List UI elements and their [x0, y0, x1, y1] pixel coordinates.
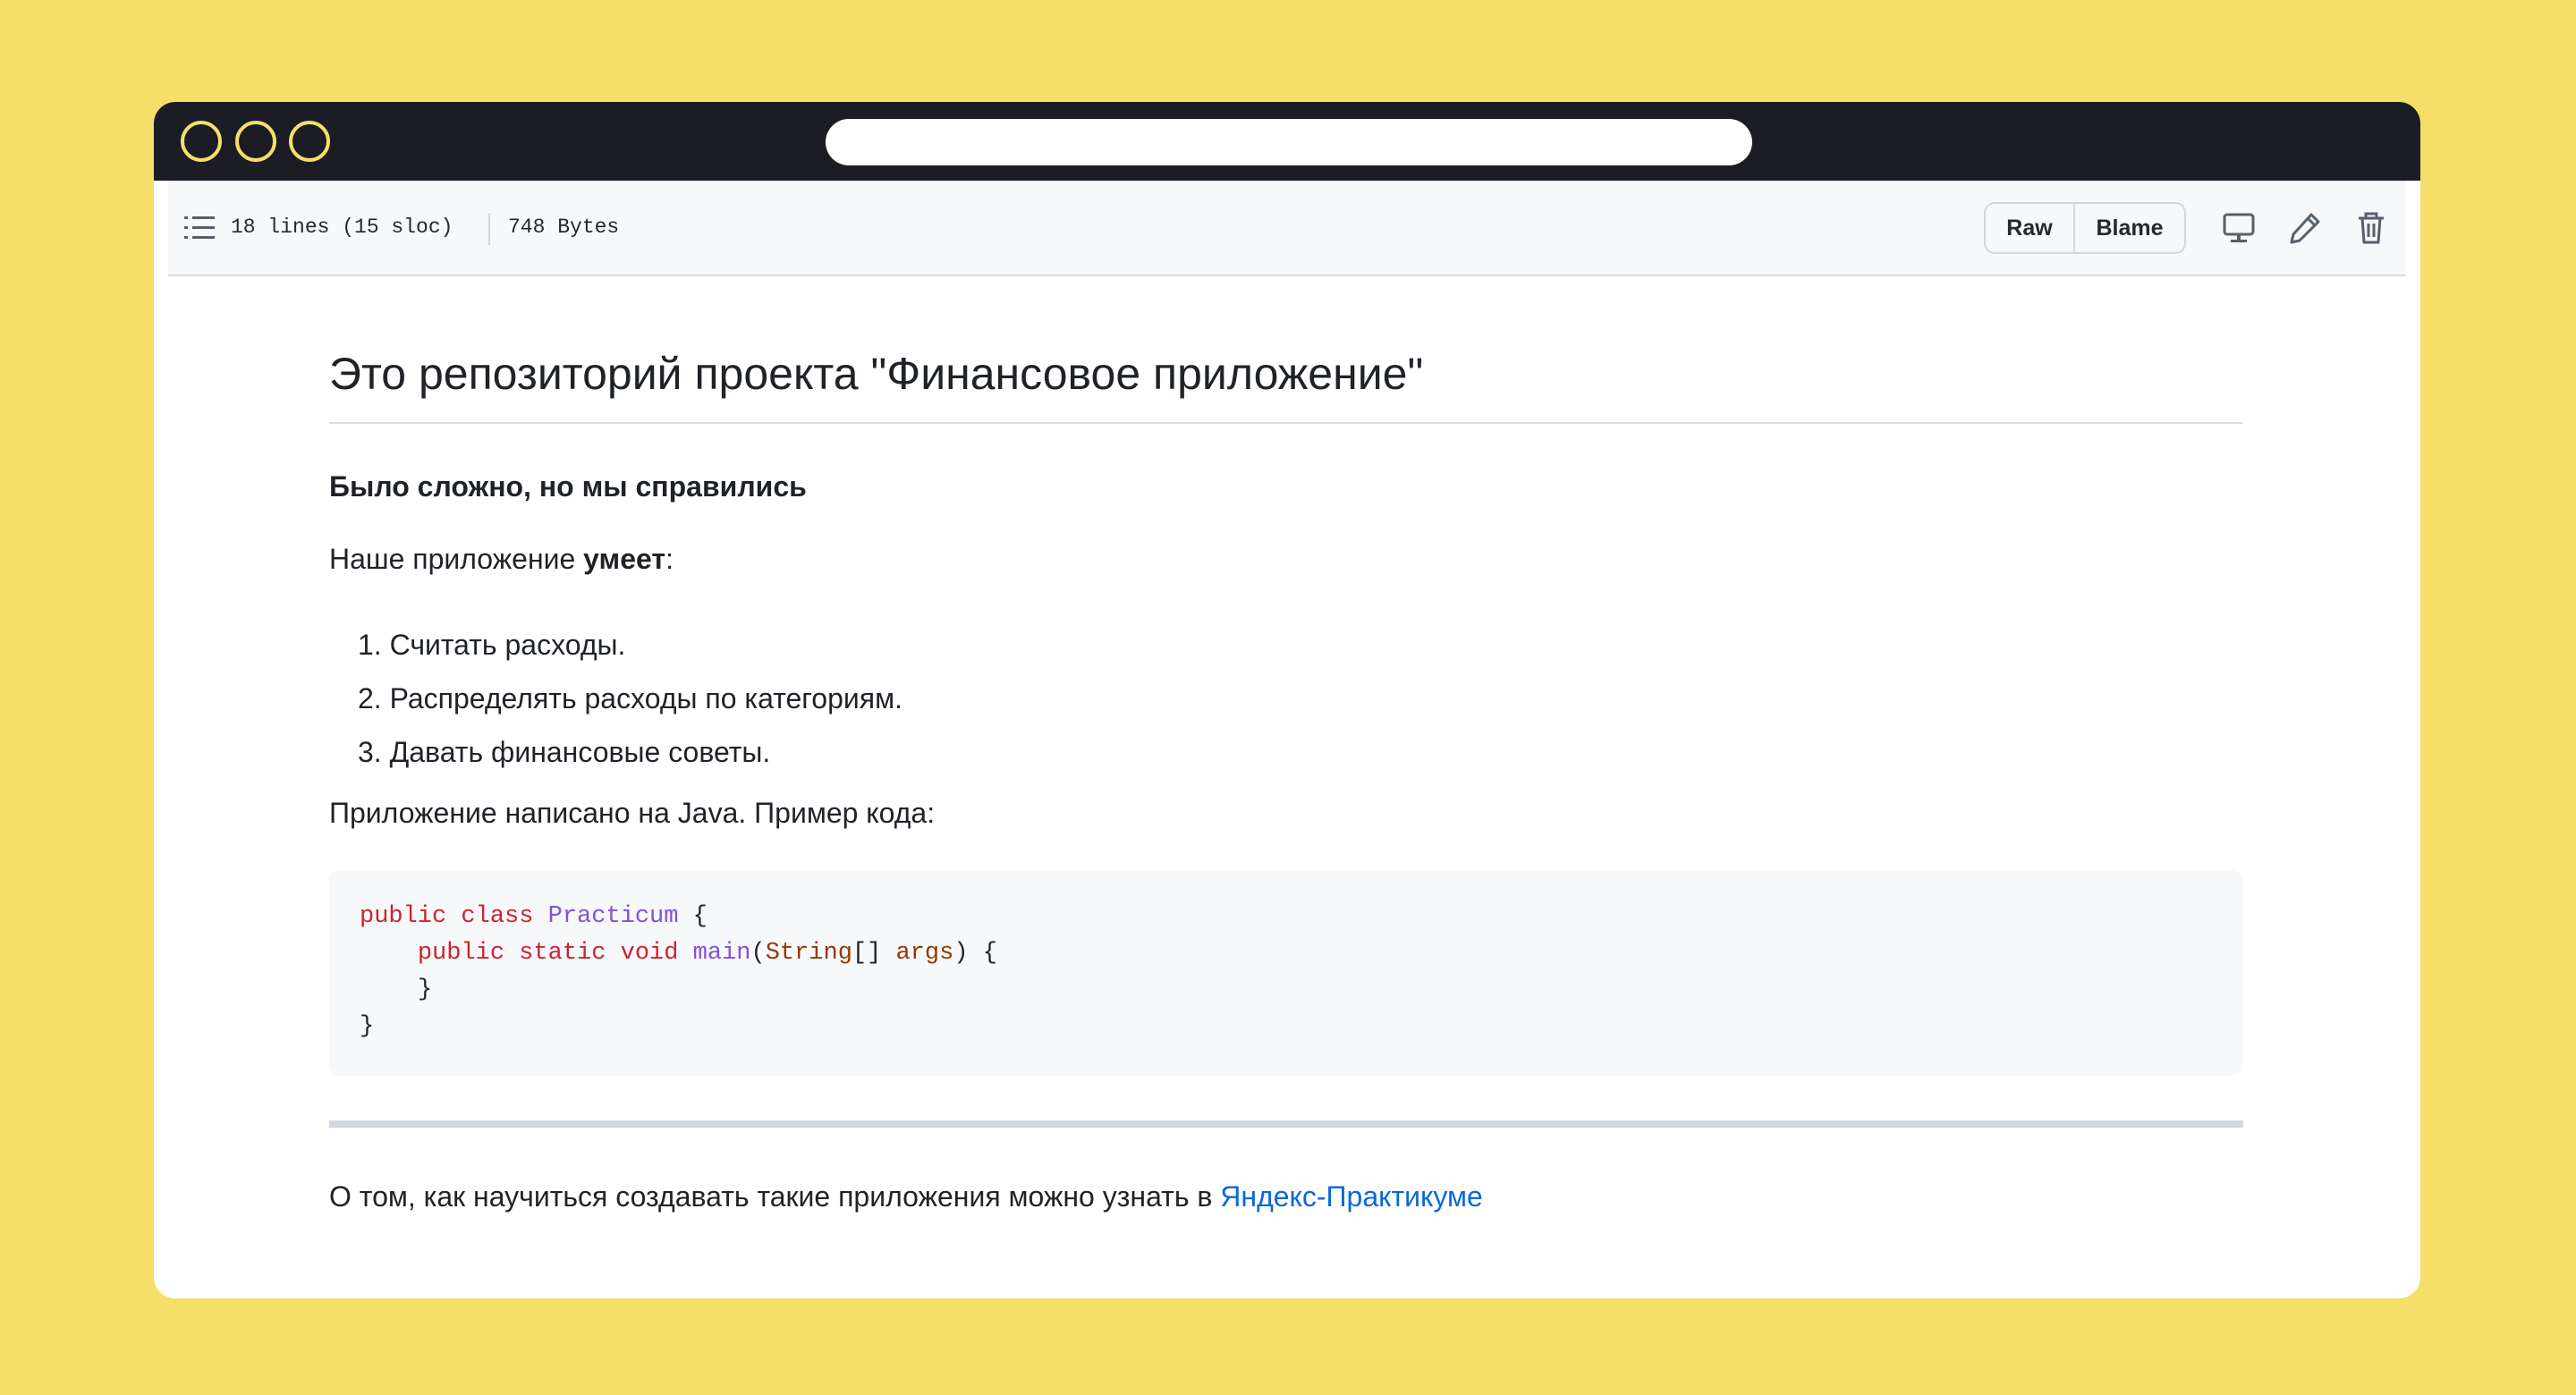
code-block: public class Practicum { public static v…: [329, 870, 2243, 1076]
code-function-name: main: [692, 940, 751, 967]
bold-paragraph: Было сложно, но мы справились: [329, 470, 807, 503]
code-keyword: static: [519, 940, 606, 967]
intro-bold: умеет: [583, 543, 666, 575]
code-keyword: class: [461, 903, 534, 930]
meta-divider: [488, 213, 490, 245]
features-list: 1. Считать расходы. 2. Распределять расх…: [329, 618, 902, 779]
code-punct: []: [852, 940, 896, 967]
java-paragraph: Приложение написано на Java. Пример кода…: [329, 797, 936, 829]
footer-text: О том, как научиться создавать такие при…: [329, 1180, 1221, 1213]
raw-button[interactable]: Raw: [1986, 204, 2075, 252]
code-keyword: public: [360, 903, 447, 930]
intro-prefix: Наше приложение: [329, 543, 584, 575]
title-divider: [329, 422, 2243, 424]
line-count: 18 lines (15 sloc): [231, 216, 453, 239]
blame-button[interactable]: Blame: [2075, 204, 2184, 252]
code-punct: ) {: [953, 940, 997, 967]
code-punct: }: [360, 1013, 375, 1040]
trash-icon[interactable]: [2354, 211, 2388, 245]
code-argument: args: [895, 940, 954, 967]
readme-title: Это репозиторий проекта "Финансовое прил…: [329, 349, 1424, 399]
horizontal-rule: [329, 1120, 2243, 1128]
file-header-bar: 18 lines (15 sloc) 748 Bytes Raw Blame: [168, 181, 2406, 276]
code-class-name: Practicum: [547, 903, 679, 930]
footer-paragraph: О том, как научиться создавать такие при…: [329, 1180, 1483, 1213]
list-item: 2. Распределять расходы по категориям.: [358, 682, 902, 714]
window-control-minimize[interactable]: [235, 121, 276, 162]
intro-paragraph: Наше приложение умеет:: [329, 543, 674, 576]
file-view-button-group: Raw Blame: [1984, 202, 2186, 254]
list-item: 3. Давать финансовые советы.: [358, 736, 771, 768]
code-punct: {: [678, 903, 708, 930]
code-punct: (: [750, 940, 766, 967]
list-item: 1. Считать расходы.: [358, 629, 626, 661]
window-control-maximize[interactable]: [289, 121, 330, 162]
address-bar[interactable]: [826, 119, 1752, 165]
browser-window: 18 lines (15 sloc) 748 Bytes Raw Blame Э…: [154, 102, 2420, 1298]
pencil-icon[interactable]: [2288, 211, 2322, 245]
window-titlebar: [154, 102, 2420, 181]
code-punct: }: [417, 976, 433, 1003]
intro-suffix: :: [665, 543, 674, 575]
yandex-practicum-link[interactable]: Яндекс-Практикуме: [1220, 1180, 1483, 1213]
file-size: 748 Bytes: [508, 216, 620, 239]
list-unordered-icon[interactable]: [184, 215, 215, 241]
code-keyword: public: [417, 940, 505, 967]
code-text: public class Practicum { public static v…: [360, 899, 997, 1045]
desktop-icon[interactable]: [2222, 211, 2256, 245]
code-type: String: [765, 940, 852, 967]
window-control-close[interactable]: [181, 121, 222, 162]
code-keyword: void: [620, 940, 679, 967]
